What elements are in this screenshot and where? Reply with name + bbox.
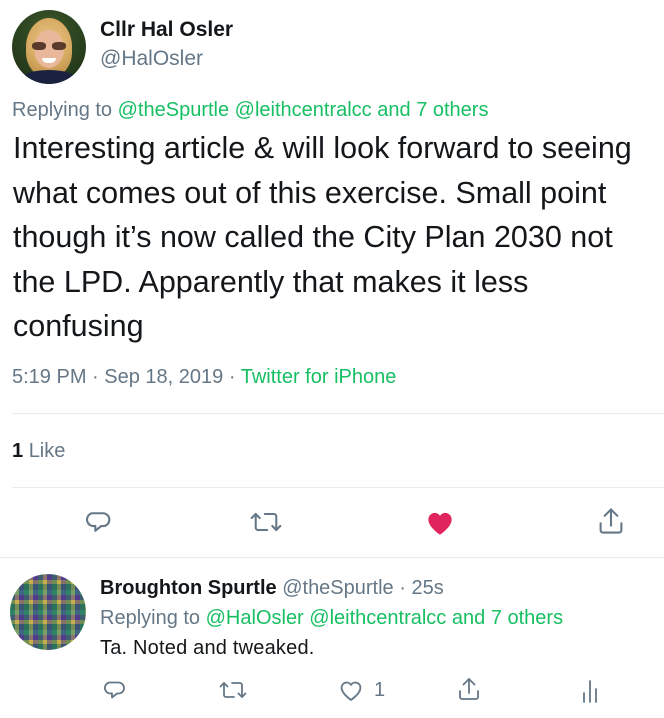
reply-replying-label: Replying to bbox=[100, 607, 201, 629]
reply-author-avatar[interactable] bbox=[10, 574, 86, 650]
tweet-source-link[interactable]: Twitter for iPhone bbox=[241, 366, 397, 388]
reply-icon bbox=[86, 512, 111, 532]
share-button[interactable] bbox=[597, 506, 625, 536]
author-display-name[interactable]: Cllr Hal Osler bbox=[100, 18, 233, 42]
replying-label: Replying to bbox=[12, 99, 113, 121]
tweet-text: Interesting article & will look forward … bbox=[13, 131, 632, 343]
replying-to: Replying to @theSpurtle @leithcentralcc … bbox=[12, 99, 488, 122]
reply-analytics-button[interactable] bbox=[580, 678, 600, 704]
reply-retweet-button[interactable] bbox=[219, 678, 247, 702]
reply-handle[interactable]: @theSpurtle bbox=[282, 577, 393, 599]
reply-like-count: 1 bbox=[374, 679, 386, 701]
tweet-date[interactable]: Sep 18, 2019 bbox=[104, 366, 223, 388]
like-icon bbox=[340, 681, 362, 701]
reply-icon bbox=[104, 681, 125, 699]
divider bbox=[0, 557, 664, 558]
reply-replying-others-link[interactable]: 7 others bbox=[491, 607, 563, 629]
meta-separator: · bbox=[228, 366, 236, 388]
reply-replying-and: and bbox=[451, 607, 486, 629]
reply-replying-to: Replying to @HalOsler @leithcentralcc an… bbox=[100, 607, 563, 630]
reply-text: Ta. Noted and tweaked. bbox=[100, 637, 315, 659]
like-button[interactable] bbox=[425, 509, 455, 536]
analytics-icon bbox=[583, 680, 597, 703]
retweet-icon bbox=[250, 512, 282, 532]
reply-display-name[interactable]: Broughton Spurtle bbox=[100, 577, 277, 599]
reply-header: Broughton Spurtle @theSpurtle · 25s bbox=[100, 577, 444, 600]
like-count-label: Like bbox=[28, 440, 66, 462]
reply-reply-button[interactable] bbox=[104, 678, 128, 702]
tweet-time[interactable]: 5:19 PM bbox=[12, 366, 86, 388]
replying-and: and bbox=[377, 99, 411, 121]
author-avatar[interactable] bbox=[12, 10, 86, 84]
share-icon bbox=[599, 508, 623, 534]
retweet-icon bbox=[219, 682, 247, 698]
reply-age[interactable]: 25s bbox=[411, 577, 443, 599]
meta-separator: · bbox=[92, 366, 99, 388]
reply-like-button[interactable] bbox=[338, 679, 364, 702]
divider bbox=[12, 413, 664, 414]
tweet-meta: 5:19 PM · Sep 18, 2019 · Twitter for iPh… bbox=[12, 366, 396, 389]
reply-share-button[interactable] bbox=[457, 676, 481, 702]
reply-separator: · bbox=[399, 577, 406, 599]
replying-mentions-link[interactable]: @theSpurtle @leithcentralcc bbox=[118, 99, 372, 121]
replying-others-link[interactable]: 7 others bbox=[416, 99, 488, 121]
author-handle[interactable]: @HalOsler bbox=[100, 47, 203, 71]
like-icon bbox=[428, 512, 452, 535]
reply-replying-mentions-link[interactable]: @HalOsler @leithcentralcc bbox=[206, 607, 447, 629]
reply-button[interactable] bbox=[86, 508, 114, 536]
retweet-button[interactable] bbox=[250, 508, 282, 536]
divider bbox=[12, 487, 664, 488]
like-count-value: 1 bbox=[12, 440, 24, 462]
likes-count[interactable]: 1 Like bbox=[12, 440, 65, 463]
share-icon bbox=[459, 678, 479, 700]
